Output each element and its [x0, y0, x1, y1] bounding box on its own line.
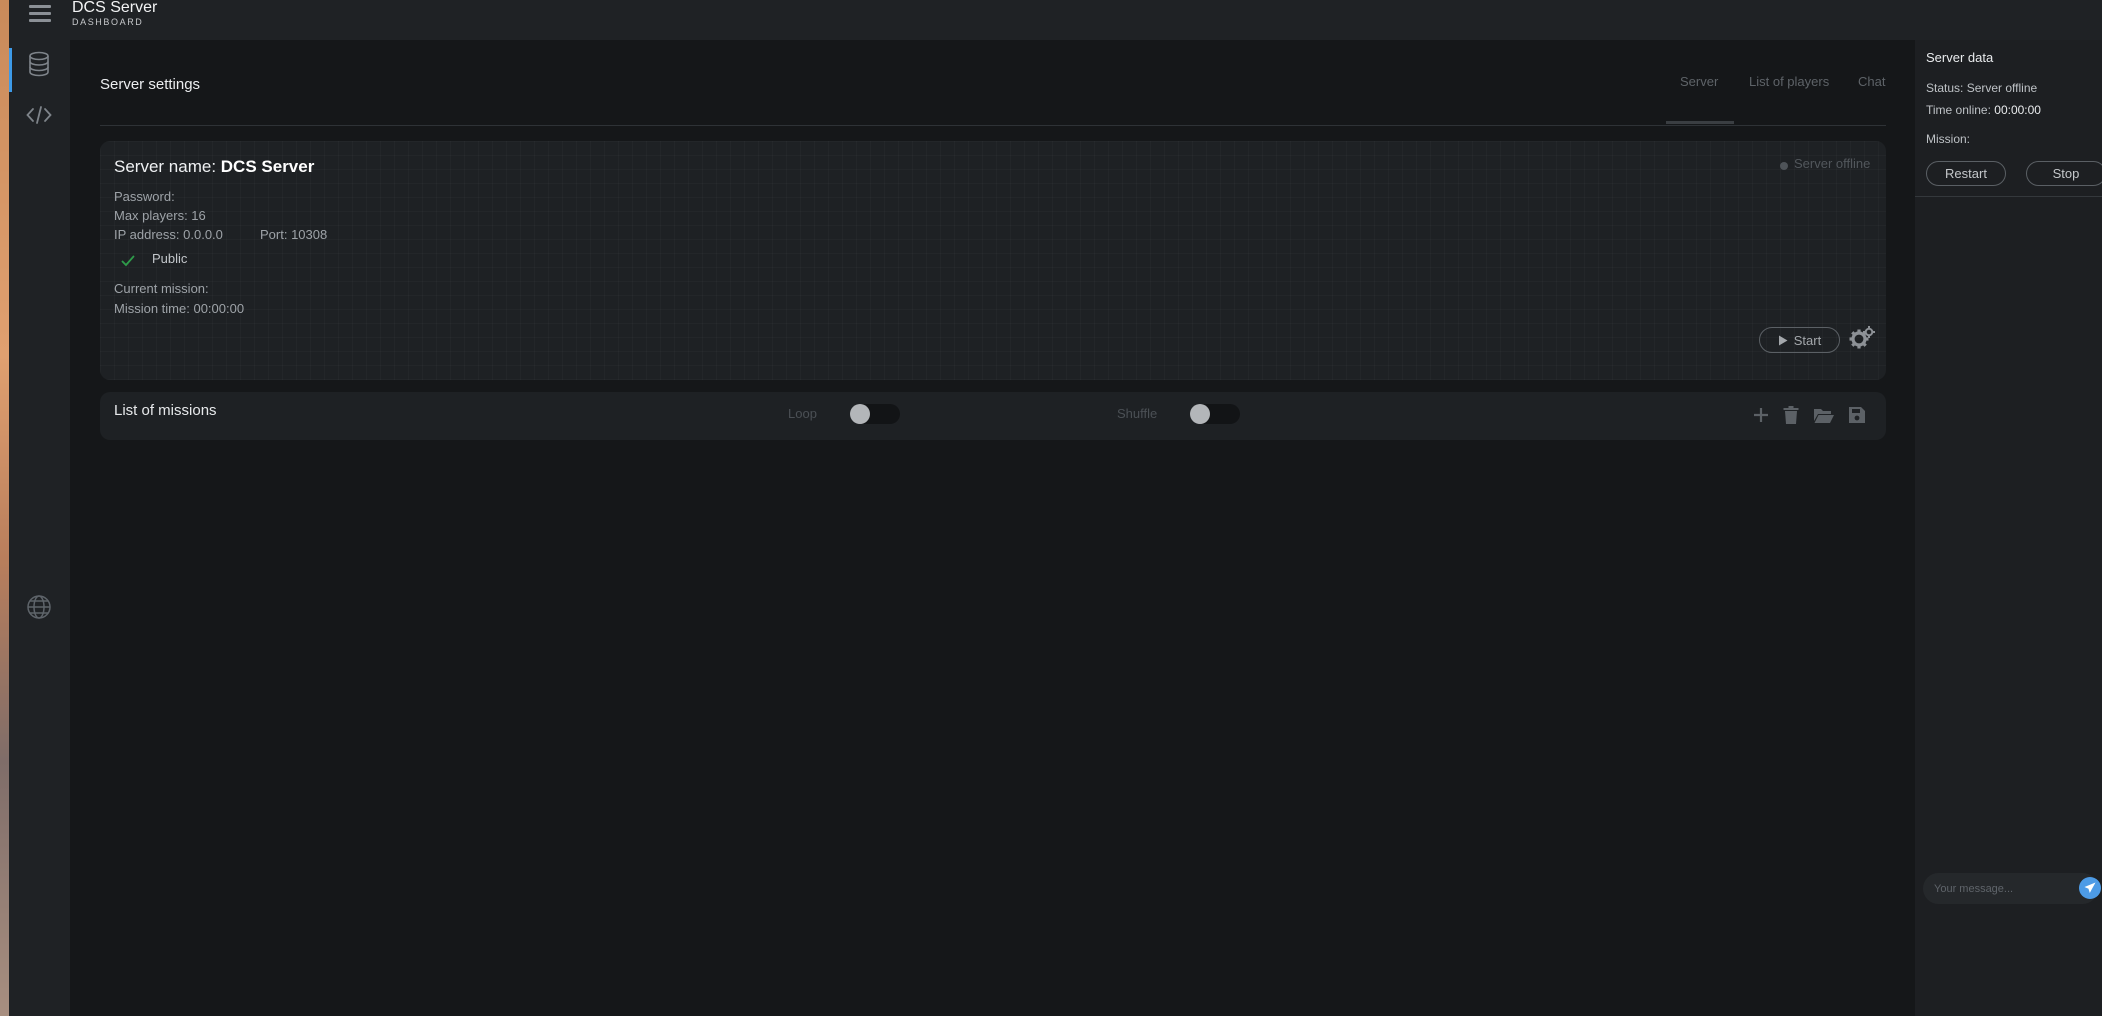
save-icon[interactable] — [1846, 404, 1868, 426]
top-bar: DCS Server DASHBOARD — [9, 0, 2102, 40]
code-icon[interactable] — [25, 101, 53, 129]
server-max-players: Max players: 16 — [114, 208, 206, 223]
plus-icon[interactable] — [1750, 404, 1772, 426]
status-dot-icon — [1780, 162, 1788, 170]
server-port: Port: 10308 — [260, 227, 328, 242]
missions-card: List of missions Loop Shuffle — [100, 392, 1886, 440]
panel-divider — [1915, 196, 2102, 197]
time-online-label: Time online: — [1926, 103, 1991, 117]
server-name-label: Server name: — [114, 157, 217, 176]
send-button[interactable] — [2079, 877, 2101, 899]
shuffle-label: Shuffle — [1117, 406, 1158, 421]
public-checkbox[interactable] — [118, 251, 138, 271]
app-title: DCS Server — [72, 0, 158, 16]
active-tab-indicator — [1666, 121, 1734, 124]
server-name: Server name: DCS Server — [114, 157, 314, 177]
globe-icon[interactable] — [25, 593, 53, 621]
mission-time: Mission time: 00:00:00 — [114, 301, 245, 316]
start-button[interactable]: Start — [1759, 327, 1840, 353]
chat-message-input[interactable] — [1923, 873, 2098, 904]
tab-server[interactable]: Server — [1680, 74, 1718, 89]
sidebar-active-indicator — [9, 48, 12, 92]
server-name-value: DCS Server — [220, 157, 315, 176]
server-ip-address: IP address: 0.0.0.0 — [114, 227, 223, 242]
desktop-background-strip — [0, 0, 9, 1016]
send-icon — [2084, 882, 2096, 893]
sidebar — [9, 40, 70, 1016]
app-subtitle: DASHBOARD — [72, 17, 144, 27]
missions-title: List of missions — [114, 402, 217, 419]
stop-button[interactable]: Stop — [2026, 161, 2102, 186]
tab-chat[interactable]: Chat — [1858, 74, 1885, 89]
trash-icon[interactable] — [1780, 404, 1802, 426]
server-info-card: Server name: DCS Server Password: Max pl… — [100, 141, 1886, 380]
time-online-value: 00:00:00 — [1994, 103, 2041, 117]
loop-label: Loop — [788, 406, 817, 421]
current-mission: Current mission: — [114, 281, 209, 296]
shuffle-toggle[interactable] — [1190, 404, 1240, 424]
server-data-title: Server data — [1926, 50, 1994, 65]
folder-open-icon[interactable] — [1813, 404, 1835, 426]
database-icon[interactable] — [25, 50, 53, 78]
header-divider — [100, 125, 1886, 126]
time-online: Time online: 00:00:00 — [1926, 103, 2041, 117]
play-icon — [1778, 335, 1788, 345]
server-password: Password: — [114, 189, 175, 204]
restart-button[interactable]: Restart — [1926, 161, 2006, 186]
server-data-panel: Server data Status: Server offline Time … — [1915, 40, 2102, 1016]
start-label: Start — [1793, 332, 1822, 348]
public-label: Public — [152, 251, 188, 266]
server-data-status: Status: Server offline — [1926, 81, 2038, 95]
hamburger-menu-icon[interactable] — [29, 5, 51, 23]
page-title: Server settings — [100, 76, 201, 93]
loop-toggle[interactable] — [850, 404, 900, 424]
server-data-mission: Mission: — [1926, 132, 1971, 146]
server-status: Server offline — [1794, 156, 1871, 171]
tab-list-of-players[interactable]: List of players — [1749, 74, 1829, 89]
gears-settings-icon[interactable] — [1848, 324, 1876, 352]
